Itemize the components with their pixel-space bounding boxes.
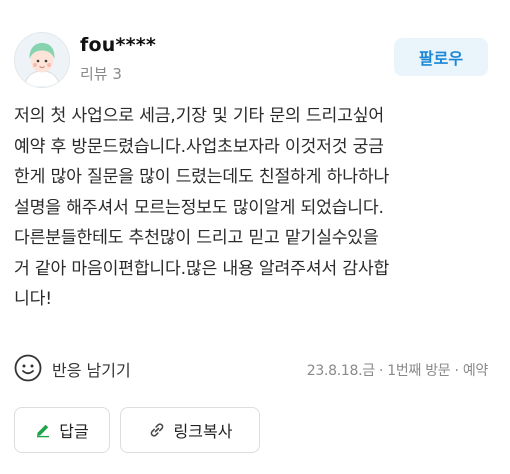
smile-icon[interactable] xyxy=(14,354,42,382)
author-review-count: 리뷰 3 xyxy=(80,65,122,83)
reply-button[interactable]: 답글 xyxy=(14,407,110,453)
reply-label: 답글 xyxy=(59,422,89,441)
avatar-illustration xyxy=(23,43,61,87)
review-text: 저의 첫 사업으로 세금,기장 및 기타 문의 드리고싶어 예약 후 방문드렸습… xyxy=(14,106,390,309)
reaction-row: 반응 남기기 23.8.18.금 · 1번째 방문 · 예약 xyxy=(14,352,488,384)
pencil-icon xyxy=(37,424,50,438)
copy-link-button[interactable]: 링크복사 xyxy=(120,407,260,453)
visit-meta: 23.8.18.금 · 1번째 방문 · 예약 xyxy=(306,363,489,379)
review-card: fou**** 리뷰 3 팔로우 저의 첫 사업으로 세금,기장 및 기타 문의… xyxy=(0,0,510,474)
reaction-button[interactable]: 반응 남기기 xyxy=(52,357,131,381)
avatar[interactable] xyxy=(14,32,70,88)
follow-button[interactable]: 팔로우 xyxy=(394,38,488,76)
review-header: fou**** 리뷰 3 팔로우 xyxy=(14,32,488,88)
author-name[interactable]: fou**** xyxy=(80,34,156,56)
link-icon xyxy=(150,423,163,437)
copy-link-label: 링크복사 xyxy=(173,422,233,441)
